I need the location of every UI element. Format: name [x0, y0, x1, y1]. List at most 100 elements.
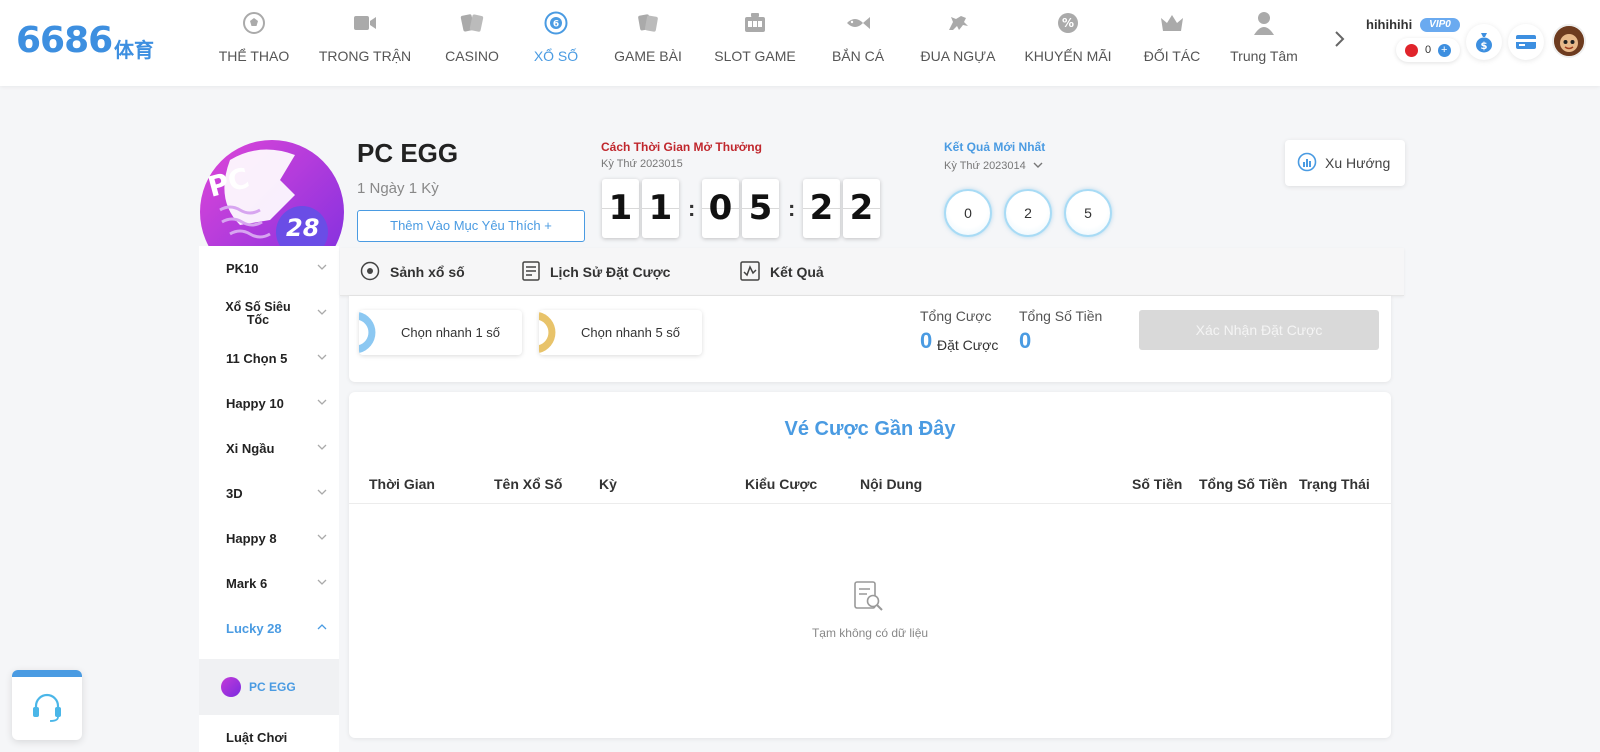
quick-pick-5-button[interactable]: Chọn nhanh 5 số [539, 310, 702, 355]
lottery-sidebar: PK10 Xổ Số Siêu Tốc 11 Chọn 5 Happy 10 X… [199, 246, 339, 752]
column-header: Số Tiền [1132, 476, 1183, 492]
total-bets-value: 0 [920, 328, 933, 353]
wallet-balance[interactable]: 0 + [1396, 38, 1460, 62]
chevron-down-icon [1033, 162, 1043, 168]
sidebar-item-label: 3D [226, 486, 243, 501]
svg-text:%: % [1062, 16, 1074, 30]
nav-item-dua-ngua[interactable]: ĐUA NGỰA [918, 8, 998, 78]
add-favorite-button[interactable]: Thêm Vào Mục Yêu Thích + [357, 210, 585, 242]
pc-egg-icon [221, 677, 241, 697]
quick-pick-blue-icon [359, 310, 383, 355]
slot-machine-icon [742, 10, 768, 36]
sidebar-item-happy-8[interactable]: Happy 8 [199, 516, 339, 561]
vietnam-flag-icon [1405, 43, 1419, 57]
latest-issue-dropdown[interactable]: Kỳ Thứ 2023014 [944, 160, 1043, 172]
nav-item-trung-tam[interactable]: Trung Tâm [1230, 8, 1298, 78]
column-header: Thời Gian [369, 476, 435, 492]
nav-scroll-right-icon[interactable] [1333, 30, 1349, 50]
nav-label: GAME BÀI [614, 48, 682, 64]
trend-button[interactable]: Xu Hướng [1285, 140, 1405, 186]
bet-bar: Chọn nhanh 1 số Chọn nhanh 5 số Tổng Cượ… [349, 296, 1391, 382]
countdown-digit: 1 [642, 179, 679, 238]
nav-item-trong-tran[interactable]: TRONG TRẬN [318, 8, 412, 78]
main-nav: THỂ THAO TRONG TRẬN CASINO 6 XỔ SỐ GAME … [200, 8, 1298, 78]
game-logo: PC 28 [200, 140, 344, 246]
sidebar-item-lucky-28[interactable]: Lucky 28 [199, 606, 339, 651]
quick-pick-gold-icon [539, 310, 563, 355]
nav-label: BẮN CÁ [831, 48, 885, 64]
username: hihihihi [1366, 17, 1413, 32]
sidebar-subitem-label: PC EGG [249, 680, 296, 694]
site-logo[interactable]: 6686 体育 [16, 20, 166, 64]
countdown-colon: : [688, 196, 696, 221]
nav-item-game-bai[interactable]: GAME BÀI [608, 8, 688, 78]
lottery-ball-icon: 6 [543, 10, 569, 36]
trend-label: Xu Hướng [1325, 155, 1391, 171]
percent-badge-icon: % [1055, 10, 1081, 36]
nav-item-khuyen-mai[interactable]: % KHUYẾN MÃI [1022, 8, 1114, 78]
latest-result-label: Kết Quả Mới Nhất [944, 140, 1046, 154]
tab-lich-su-dat-cuoc[interactable]: Lịch Sử Đặt Cược [522, 248, 670, 296]
sidebar-item-rules[interactable]: Luật Chơi [199, 715, 339, 752]
deposit-plus-icon[interactable]: + [1437, 43, 1451, 57]
countdown-digit: 2 [803, 179, 840, 238]
balance-value: 0 [1424, 44, 1432, 56]
quick-pick-label: Chọn nhanh 5 số [581, 325, 681, 340]
sidebar-item-3d[interactable]: 3D [199, 471, 339, 516]
sidebar-item-label: Xổ Số Siêu Tốc [225, 299, 291, 327]
horse-icon [945, 10, 971, 36]
customer-support-button[interactable] [12, 670, 82, 740]
sidebar-item-label: Happy 10 [226, 396, 284, 411]
nav-item-xo-so[interactable]: 6 XỔ SỐ [526, 8, 586, 78]
game-title: PC EGG [357, 138, 459, 168]
crown-icon [1159, 10, 1185, 36]
column-header: Kiểu Cược [745, 476, 818, 492]
sidebar-item-label: Mark 6 [226, 576, 268, 591]
nav-item-doi-tac[interactable]: ĐỐI TÁC [1142, 8, 1202, 78]
logo-number: 6686 [16, 20, 113, 61]
nav-item-the-thao[interactable]: THỂ THAO [210, 8, 298, 78]
nav-label: ĐỐI TÁC [1143, 48, 1201, 64]
playing-cards-icon [459, 10, 485, 36]
result-ball: 5 [1064, 189, 1112, 237]
tab-sanh-xo-so[interactable]: Sảnh xổ số [360, 248, 465, 296]
headset-icon [30, 690, 64, 729]
result-ball: 0 [944, 189, 992, 237]
quick-pick-1-button[interactable]: Chọn nhanh 1 số [359, 310, 522, 355]
money-bag-icon: $ [1476, 33, 1492, 53]
nav-label: KHUYẾN MÃI [1024, 48, 1112, 64]
card-button[interactable] [1508, 24, 1544, 60]
sidebar-item-pk10[interactable]: PK10 [199, 246, 339, 291]
money-bag-button[interactable]: $ [1466, 24, 1502, 60]
sidebar-item-mark-6[interactable]: Mark 6 [199, 561, 339, 606]
nav-item-casino[interactable]: CASINO [442, 8, 502, 78]
tab-label: Lịch Sử Đặt Cược [550, 264, 671, 280]
soccer-ball-icon [241, 10, 267, 36]
tab-label: Sảnh xổ số [390, 264, 465, 280]
nav-label: SLOT GAME [714, 48, 796, 64]
result-ball: 2 [1004, 189, 1052, 237]
sidebar-item-xi-ngau[interactable]: Xi Ngầu [199, 426, 339, 471]
recent-bets-title: Vé Cược Gần Đây [784, 418, 956, 440]
support-accent-bar [12, 670, 82, 677]
tab-ket-qua[interactable]: Kết Quả [740, 248, 824, 296]
chevron-down-icon [317, 309, 327, 315]
sidebar-item-happy-10[interactable]: Happy 10 [199, 381, 339, 426]
top-navigation: 6686 体育 THỂ THAO TRONG TRẬN CASINO 6 XỔ [0, 0, 1600, 86]
sidebar-item-label: 11 Chọn 5 [226, 351, 288, 366]
recent-bets-header: Thời Gian Tên Xổ Số Kỳ Kiểu Cược Nội Dun… [349, 464, 1391, 504]
sidebar-item-xo-so-sieu-toc[interactable]: Xổ Số Siêu Tốc [199, 291, 339, 336]
confirm-bet-button[interactable]: Xác Nhận Đặt Cược [1139, 310, 1379, 350]
avatar[interactable] [1552, 24, 1586, 58]
nav-item-slot-game[interactable]: SLOT GAME [708, 8, 802, 78]
sidebar-subitem-pc-egg[interactable]: PC EGG [199, 659, 339, 715]
document-list-icon [522, 260, 540, 284]
chevron-down-icon [317, 579, 327, 585]
nav-label: Trung Tâm [1230, 48, 1298, 64]
sidebar-item-11-chon-5[interactable]: 11 Chọn 5 [199, 336, 339, 381]
chevron-down-icon [317, 534, 327, 540]
nav-item-ban-ca[interactable]: BẮN CÁ [828, 8, 888, 78]
chevron-down-icon [317, 264, 327, 270]
no-data-icon [852, 580, 884, 612]
sidebar-item-label: Xi Ngầu [226, 441, 275, 456]
